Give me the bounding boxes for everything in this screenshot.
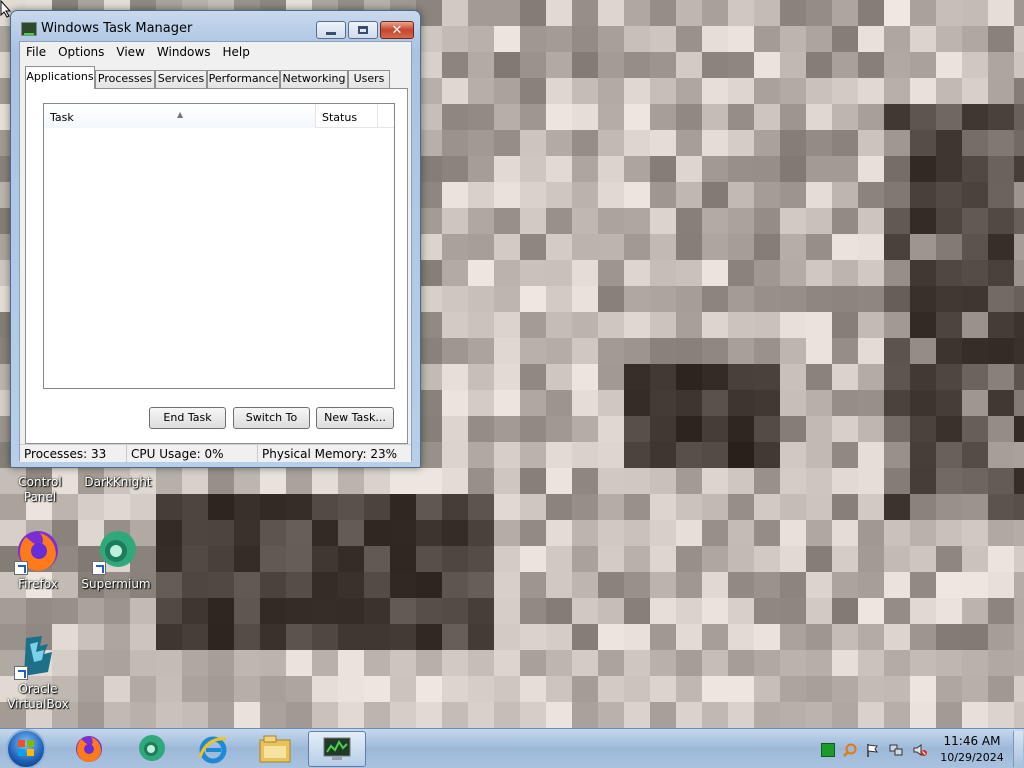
taskbar-internet-explorer[interactable]: [184, 731, 242, 767]
desktop-shortcut-label: Oracle VirtualBox: [7, 682, 69, 711]
column-header-status[interactable]: Status: [316, 104, 378, 128]
virtualbox-icon: [14, 632, 62, 680]
menu-bar: File Options View Windows Help: [20, 42, 411, 62]
tab-networking[interactable]: Networking: [280, 70, 348, 88]
menu-options[interactable]: Options: [52, 42, 110, 62]
menu-help[interactable]: Help: [216, 42, 255, 62]
status-processes: Processes: 33: [20, 445, 127, 463]
desktop-shortcut-supermium[interactable]: Supermium: [78, 527, 154, 592]
supermium-icon: [139, 735, 165, 761]
minimize-icon: [326, 31, 336, 35]
new-task-button[interactable]: New Task...: [316, 407, 394, 429]
clock-date[interactable]: 10/29/2024: [937, 751, 1007, 764]
file-explorer-icon: [259, 735, 291, 763]
green-square-icon[interactable]: [821, 743, 835, 757]
status-cpu-usage: CPU Usage: 0%: [127, 445, 258, 463]
system-tray: 11:46 AM 10/29/2024: [815, 729, 1024, 768]
column-header-task-label: Task: [50, 111, 74, 124]
close-button[interactable]: ✕: [380, 21, 414, 39]
maximize-button[interactable]: [348, 21, 378, 39]
clock-time[interactable]: 11:46 AM: [937, 734, 1007, 748]
task-manager-icon: [323, 737, 351, 760]
desktop-label-control-panel[interactable]: Control Panel: [2, 475, 78, 505]
close-icon: ✕: [391, 22, 403, 38]
tab-users[interactable]: Users: [348, 70, 390, 88]
magnifier-icon[interactable]: [843, 743, 857, 757]
menu-file[interactable]: File: [20, 42, 52, 62]
shortcut-arrow-icon: [14, 666, 28, 680]
window-client-area: File Options View Windows Help Applicati…: [19, 41, 412, 463]
volume-muted-icon[interactable]: [913, 743, 927, 757]
minimize-button[interactable]: [316, 21, 346, 39]
internet-explorer-icon: [198, 736, 227, 764]
menu-windows[interactable]: Windows: [151, 42, 217, 62]
taskbar-firefox[interactable]: [60, 731, 118, 767]
tab-services[interactable]: Services: [155, 70, 207, 88]
menu-view[interactable]: View: [110, 42, 150, 62]
taskbar-task-manager[interactable]: [308, 731, 366, 767]
maximize-icon: [358, 26, 368, 34]
task-list-header: ▲ Task Status: [44, 104, 394, 128]
column-header-task[interactable]: ▲ Task: [44, 104, 316, 128]
desktop-shortcut-firefox[interactable]: Firefox: [0, 527, 76, 592]
taskbar-supermium[interactable]: [122, 731, 180, 767]
shortcut-arrow-icon: [92, 561, 106, 575]
tab-performance[interactable]: Performance: [207, 70, 280, 88]
status-bar: Processes: 33 CPU Usage: 0% Physical Mem…: [20, 444, 411, 463]
desktop-shortcut-virtualbox[interactable]: Oracle VirtualBox: [0, 632, 76, 712]
applications-panel: ▲ Task Status End Task Switch To New Tas…: [25, 88, 408, 444]
supermium-icon: [92, 527, 140, 575]
end-task-button[interactable]: End Task: [149, 407, 226, 429]
desktop-label-darkknight[interactable]: DarkKnight: [80, 475, 156, 490]
start-button[interactable]: [6, 729, 46, 768]
firefox-icon: [14, 527, 62, 575]
desktop-shortcut-label: Supermium: [81, 577, 151, 591]
taskbar: 11:46 AM 10/29/2024: [0, 728, 1024, 768]
network-icon[interactable]: [889, 743, 903, 757]
title-bar[interactable]: Windows Task Manager ✕: [11, 11, 420, 41]
action-center-flag-icon[interactable]: [865, 743, 879, 757]
sort-ascending-icon: ▲: [177, 110, 184, 119]
window-title: Windows Task Manager: [41, 21, 193, 36]
taskbar-file-explorer[interactable]: [246, 731, 304, 767]
tab-applications[interactable]: Applications: [25, 66, 95, 89]
status-physical-memory: Physical Memory: 23%: [262, 447, 398, 461]
task-list[interactable]: ▲ Task Status: [43, 103, 395, 389]
task-manager-window[interactable]: Windows Task Manager ✕ File Options View…: [10, 10, 421, 468]
switch-to-button[interactable]: Switch To: [233, 407, 310, 429]
desktop-shortcut-label: Firefox: [18, 577, 58, 591]
show-desktop-button[interactable]: [1013, 731, 1023, 767]
tab-processes[interactable]: Processes: [95, 70, 155, 88]
firefox-icon: [76, 736, 102, 762]
task-manager-icon: [21, 22, 37, 36]
windows-logo-icon: [18, 740, 34, 756]
shortcut-arrow-icon: [14, 561, 28, 575]
